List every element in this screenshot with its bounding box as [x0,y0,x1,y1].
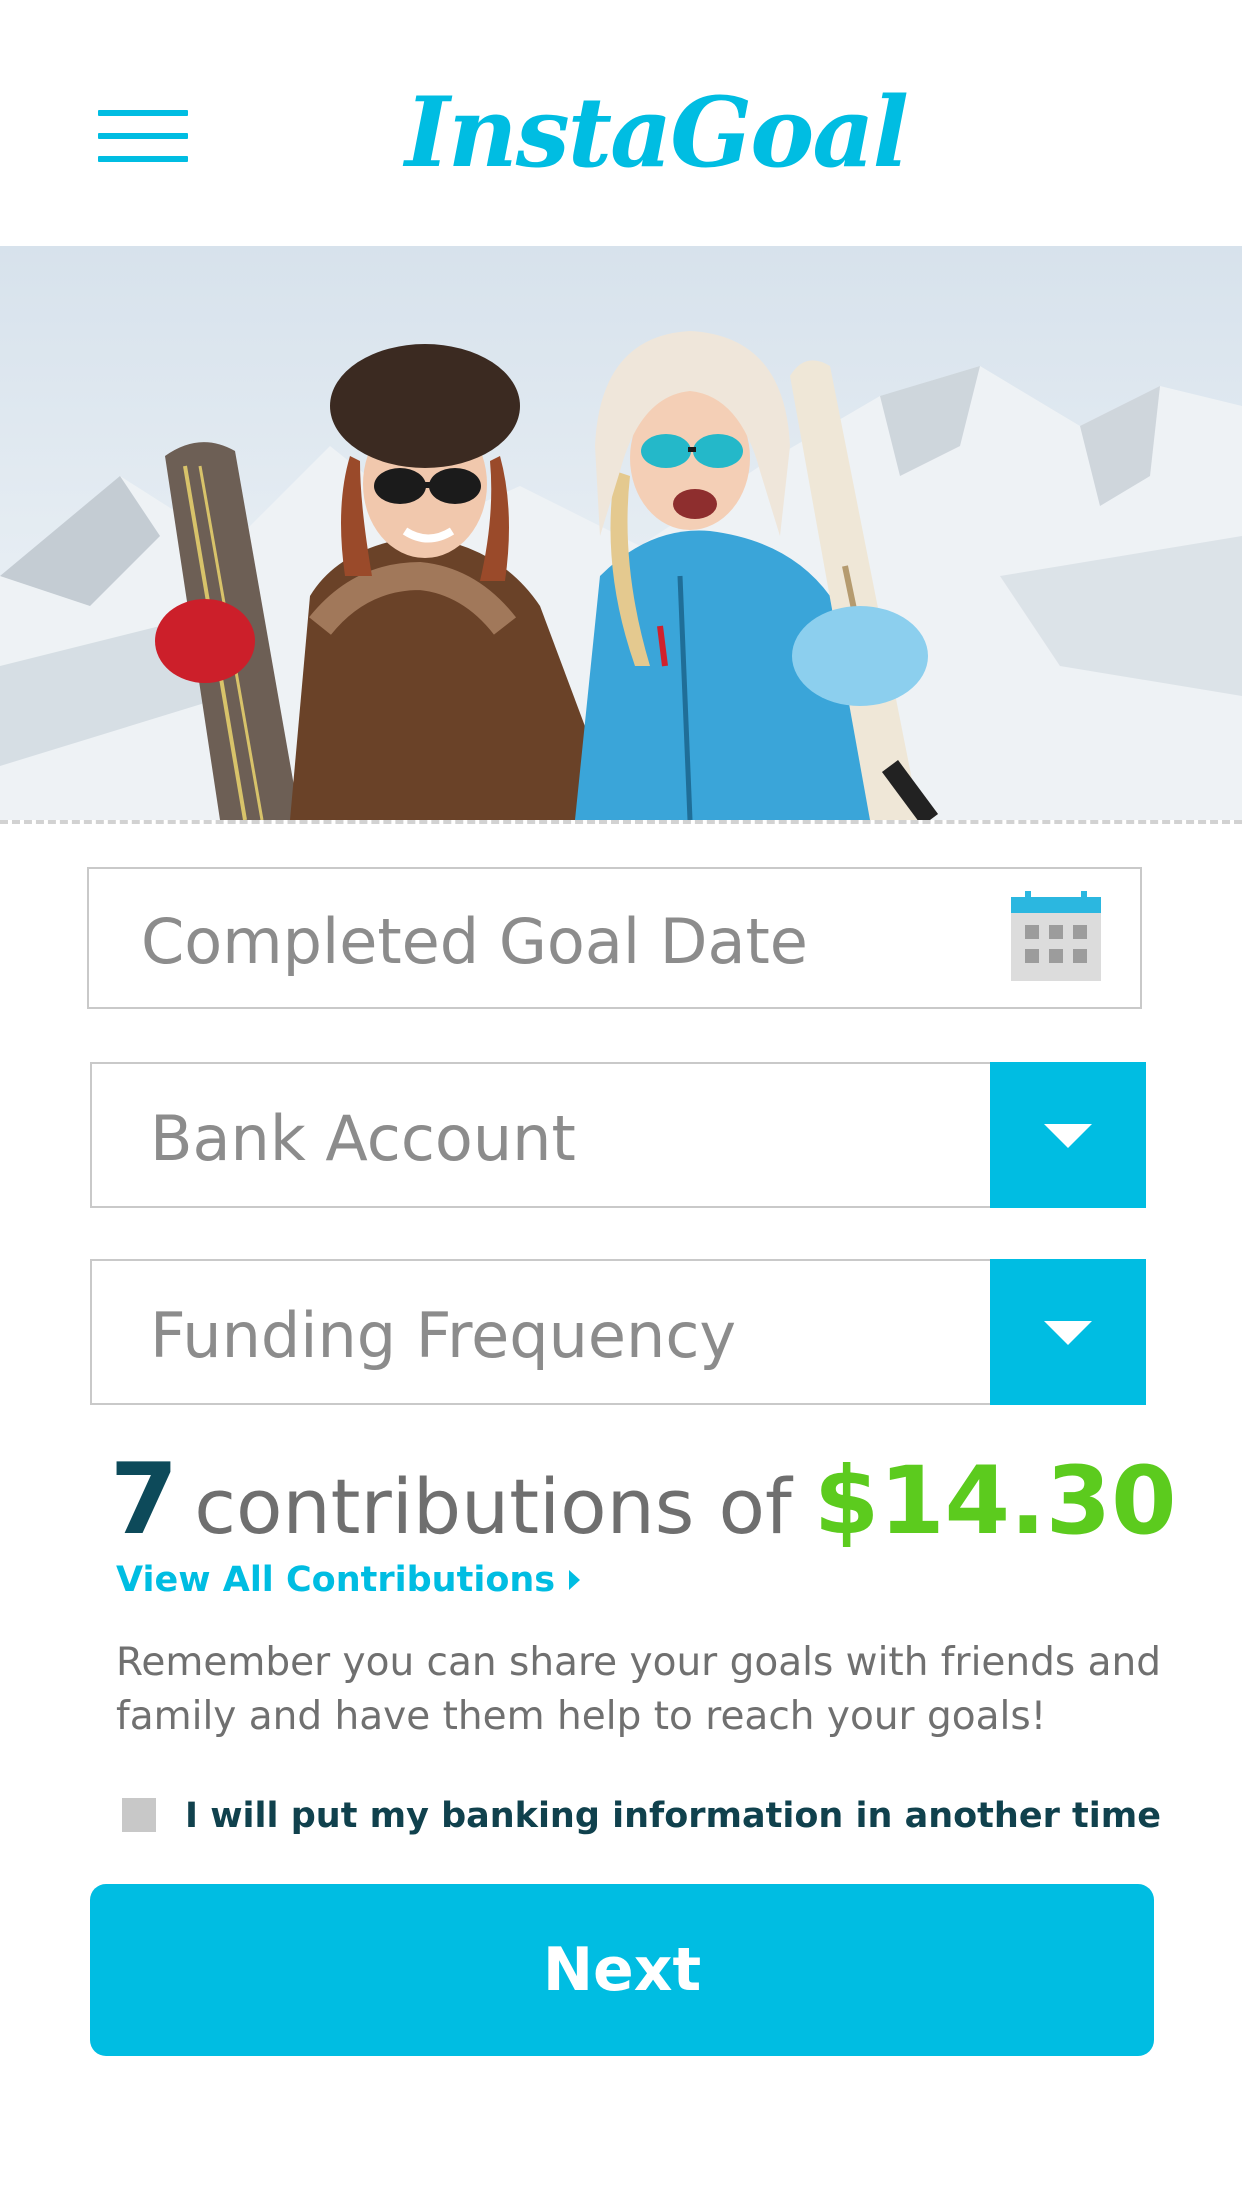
menu-bar [98,156,188,162]
next-button[interactable]: Next [90,1884,1154,2056]
menu-bar [98,110,188,116]
hero-divider [0,820,1242,824]
view-all-contributions-link[interactable]: View All Contributions [116,1560,581,1600]
banking-later-checkbox[interactable] [122,1798,156,1832]
chevron-down-icon[interactable] [990,1259,1146,1405]
contribution-text: contributions of [194,1462,792,1551]
funding-frequency-select[interactable]: Funding Frequency [90,1259,1146,1405]
app-header: InstaGoal [0,0,1242,246]
goal-date-placeholder: Completed Goal Date [141,905,808,978]
calendar-icon[interactable] [1011,891,1101,981]
banking-later-label[interactable]: I will put my banking information in ano… [185,1790,1161,1842]
chevron-down-icon[interactable] [990,1062,1146,1208]
share-goals-note: Remember you can share your goals with f… [116,1640,1161,1739]
caret-right-icon [569,1570,581,1590]
ski-photo-illustration [0,246,1242,820]
bank-account-label: Bank Account [150,1102,576,1175]
contribution-count: 7 [110,1443,179,1557]
app-logo: InstaGoal [405,76,909,189]
bank-account-select[interactable]: Bank Account [90,1062,1146,1208]
goal-date-field[interactable]: Completed Goal Date [87,867,1142,1009]
hamburger-menu-icon[interactable] [98,110,188,162]
view-all-contributions-label: View All Contributions [116,1560,556,1600]
funding-frequency-label: Funding Frequency [150,1299,737,1372]
hero-image [0,246,1242,820]
menu-bar [98,133,188,139]
contribution-amount: $14.30 [813,1447,1177,1556]
contribution-summary: 7 contributions of $14.30 [110,1443,1177,1557]
